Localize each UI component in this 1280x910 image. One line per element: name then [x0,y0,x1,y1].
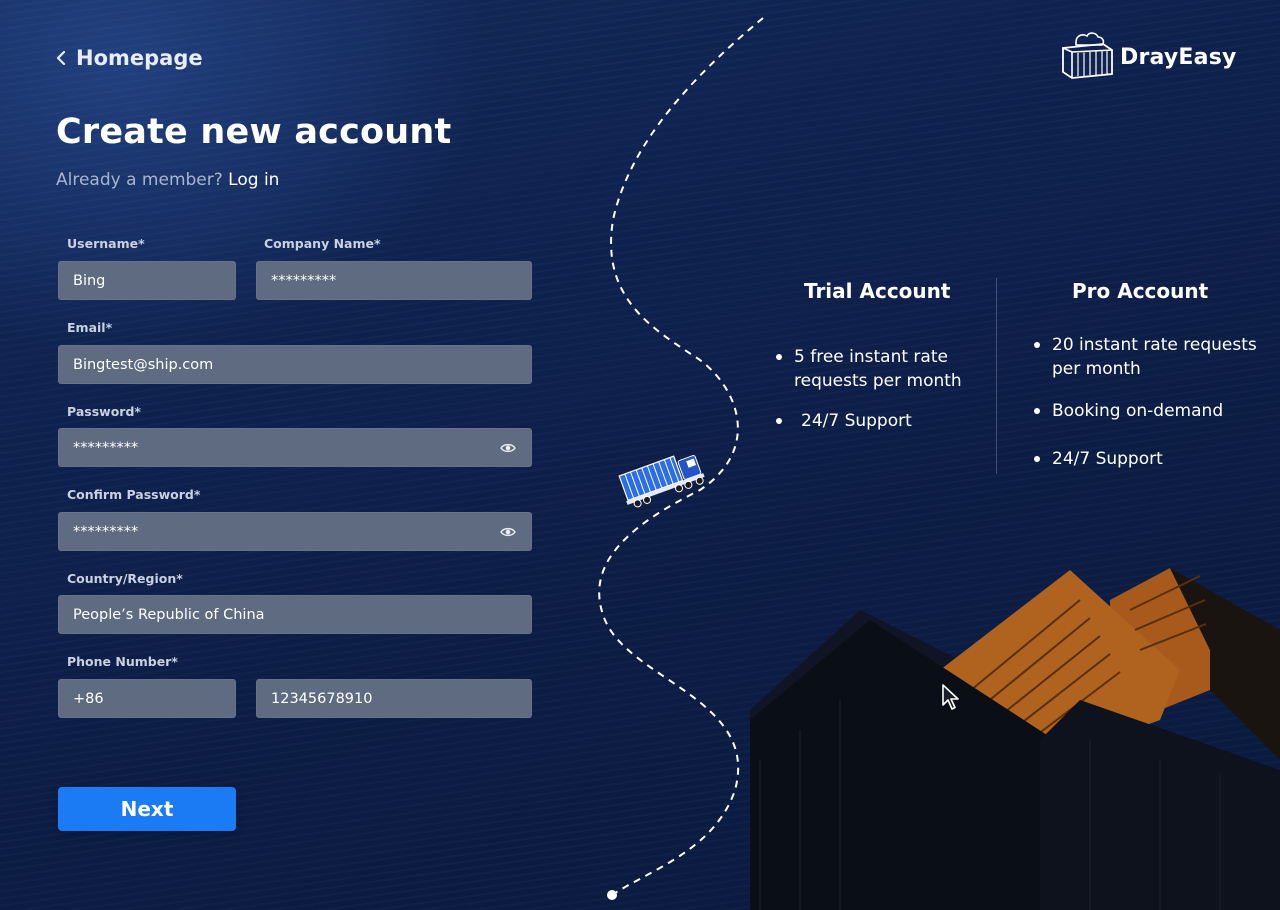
mouse-pointer-icon [942,684,959,710]
pro-feature-rates-line1: 20 instant rate requests [1052,335,1257,355]
phone-number-field[interactable]: 12345678910 [256,679,532,718]
pro-feature-rates: 20 instant rate requests per month [1034,333,1257,381]
trial-feature-rates-line2: requests per month [794,371,962,391]
phone-code-value: +86 [73,690,104,707]
next-button[interactable]: Next [58,787,236,831]
container-buildings-image [750,568,1280,910]
confirm-password-label: Confirm Password* [67,487,201,502]
trial-feature-support: 24/7 Support [776,409,912,433]
container-cloud-icon [1060,30,1114,84]
country-select[interactable]: People’s Republic of China [58,595,532,634]
eye-icon[interactable] [499,523,517,541]
email-field[interactable]: Bingtest@ship.com [58,345,532,384]
homepage-back-link[interactable]: Homepage [56,46,203,70]
member-prompt: Already a member? Log in [56,170,279,190]
homepage-back-label: Homepage [76,46,203,70]
pro-feature-rates-line2: per month [1052,359,1141,379]
trial-feature-rates: 5 free instant rate requests per month [776,345,962,393]
page-title: Create new account [56,112,452,152]
eye-icon[interactable] [499,439,517,457]
country-label: Country/Region* [67,571,183,586]
phone-code-field[interactable]: +86 [58,679,236,718]
pro-feature-support: 24/7 Support [1034,447,1163,471]
confirm-password-field[interactable]: ********* [58,512,532,551]
company-name-value: ********* [271,272,337,289]
username-label: Username* [67,236,145,251]
company-name-field[interactable]: ********* [256,261,532,300]
username-value: Bing [73,272,106,289]
member-prompt-text: Already a member? [56,170,223,190]
pro-account-title: Pro Account [1072,279,1209,303]
email-value: Bingtest@ship.com [73,356,214,373]
account-divider [996,278,997,474]
email-label: Email* [67,320,113,335]
confirm-password-value: ********* [73,523,139,540]
pro-feature-booking: Booking on-demand [1034,399,1223,423]
brand-name: DrayEasy [1120,44,1237,70]
truck-icon [618,455,705,508]
trial-feature-rates-line1: 5 free instant rate [794,347,948,367]
brand-logo[interactable]: DrayEasy [1060,30,1237,84]
password-field[interactable]: ********* [58,428,532,467]
company-name-label: Company Name* [264,236,381,251]
trial-account-title: Trial Account [804,279,951,303]
password-value: ********* [73,439,139,456]
password-label: Password* [67,404,141,419]
chevron-left-icon [56,51,66,65]
username-field[interactable]: Bing [58,261,236,300]
phone-number-value: 12345678910 [271,690,373,707]
login-link[interactable]: Log in [228,170,279,190]
country-value: People’s Republic of China [73,606,265,623]
phone-label: Phone Number* [67,654,178,669]
